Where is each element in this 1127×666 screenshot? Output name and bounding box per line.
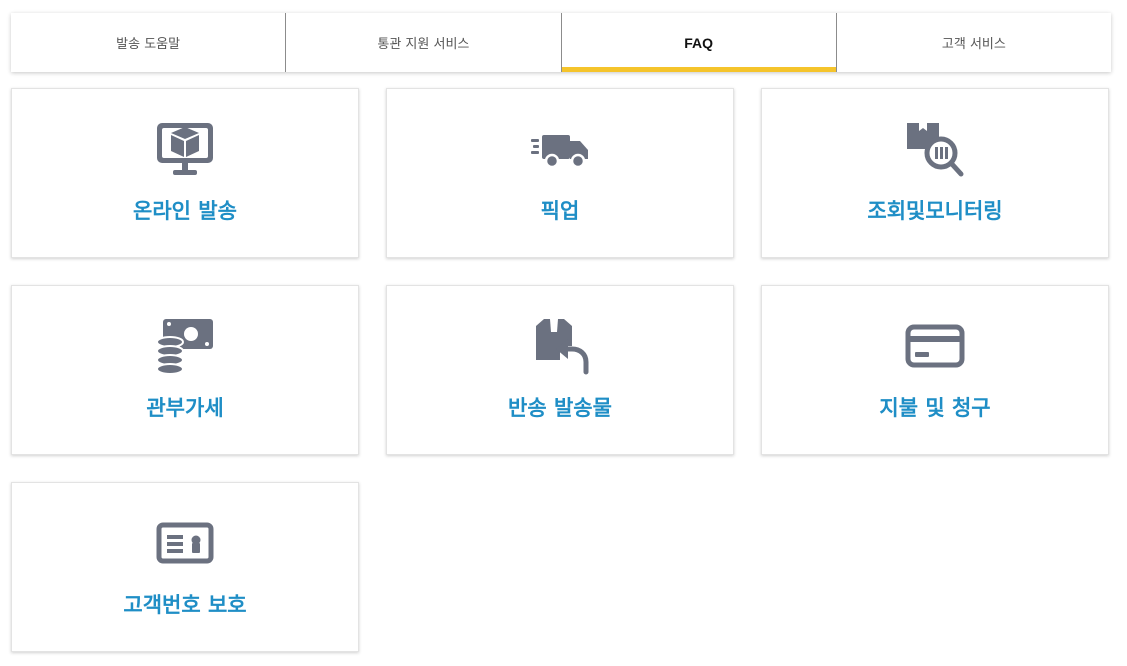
- card-duties-taxes[interactable]: 관부가세: [11, 285, 359, 455]
- card-label: 반송 발송물: [508, 396, 612, 420]
- card-label: 지불 및 청구: [879, 396, 991, 420]
- online-shipping-icon: [155, 119, 215, 179]
- card-payment-billing[interactable]: 지불 및 청구: [761, 285, 1109, 455]
- tracking-search-icon: [905, 119, 965, 179]
- card-tracking-monitoring[interactable]: 조회및모니터링: [761, 88, 1109, 258]
- card-pickup[interactable]: 픽업: [386, 88, 734, 258]
- card-return-shipment[interactable]: 반송 발송물: [386, 285, 734, 455]
- id-card-icon: [155, 513, 215, 573]
- tab-faq[interactable]: FAQ: [561, 13, 837, 72]
- card-label: 관부가세: [146, 396, 224, 420]
- pickup-truck-icon: [530, 119, 590, 179]
- faq-tab-bar: 발송 도움말 통관 지원 서비스 FAQ 고객 서비스: [11, 13, 1111, 72]
- card-label: 온라인 발송: [133, 199, 237, 223]
- return-shipment-icon: [530, 316, 590, 376]
- card-label: 고객번호 보호: [123, 593, 247, 617]
- tab-shipping-help[interactable]: 발송 도움말: [11, 13, 287, 72]
- card-customer-number-protection[interactable]: 고객번호 보호: [11, 482, 359, 652]
- credit-card-icon: [905, 316, 965, 376]
- tab-customer-service[interactable]: 고객 서비스: [837, 13, 1111, 72]
- card-label: 픽업: [540, 199, 580, 223]
- tab-customs-support[interactable]: 통관 지원 서비스: [286, 13, 562, 72]
- card-label: 조회및모니터링: [867, 199, 1003, 223]
- duties-taxes-icon: [155, 316, 215, 376]
- card-online-shipping[interactable]: 온라인 발송: [11, 88, 359, 258]
